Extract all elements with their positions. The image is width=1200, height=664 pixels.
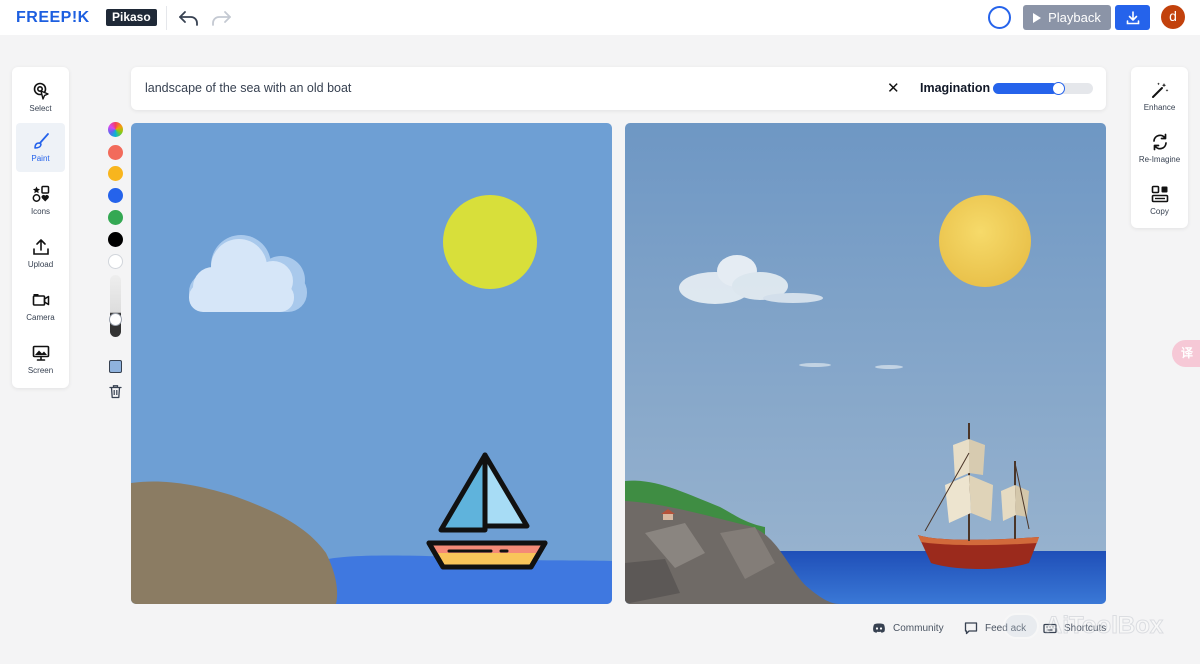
feedback-label: Feed ack (985, 622, 1027, 634)
tool-screen-label: Screen (27, 366, 54, 375)
community-link[interactable]: Community (872, 621, 944, 635)
playback-label: Playback (1048, 10, 1101, 25)
prompt-bar: landscape of the sea with an old boat ✕ … (131, 67, 1106, 110)
reimagine-button[interactable]: Re-Imagine (1131, 123, 1188, 173)
freepik-logo[interactable]: FREEP!K (16, 9, 90, 27)
generated-painting (625, 123, 1106, 604)
discord-icon (873, 623, 885, 633)
sketch-canvas[interactable] (131, 123, 612, 604)
trash-icon[interactable] (108, 384, 123, 399)
shapes-icon (32, 185, 49, 202)
tools-panel: Select Paint Icons Upload Camera Screen (12, 67, 69, 388)
tool-paint-label: Paint (31, 154, 50, 163)
prompt-input[interactable]: landscape of the sea with an old boat (145, 81, 351, 95)
reimagine-label: Re-Imagine (1138, 154, 1181, 164)
color-swatch-red[interactable] (108, 145, 123, 160)
community-label: Community (893, 622, 944, 634)
tool-screen[interactable]: Screen (16, 335, 65, 384)
user-avatar[interactable]: d (1161, 5, 1185, 29)
sketch-sun (443, 195, 537, 289)
brush-size-knob[interactable] (109, 313, 122, 326)
copy-label: Copy (1150, 206, 1169, 216)
tool-upload-label: Upload (27, 260, 54, 269)
color-swatch-white[interactable] (108, 254, 123, 269)
upload-icon (32, 239, 49, 255)
generated-image[interactable] (625, 123, 1106, 604)
color-swatch-green[interactable] (108, 210, 123, 225)
shortcuts-link[interactable]: Shortcuts (1043, 621, 1106, 635)
screen-icon (32, 345, 49, 361)
download-icon (1126, 10, 1139, 24)
redo-icon[interactable] (210, 8, 232, 28)
tool-paint[interactable]: Paint (16, 123, 65, 172)
magic-wand-icon (1151, 82, 1168, 98)
refresh-icon (1152, 133, 1167, 150)
tool-select[interactable]: Select (16, 73, 65, 122)
fill-color-swatch[interactable] (109, 360, 122, 373)
brush-size-slider[interactable] (110, 275, 121, 337)
color-picker-wheel[interactable] (108, 122, 123, 137)
copy-icon (1151, 185, 1168, 202)
enhance-label: Enhance (1143, 102, 1176, 112)
playback-button[interactable]: Playback (1023, 5, 1111, 30)
imagination-slider-fill (993, 83, 1058, 94)
undo-icon[interactable] (178, 8, 200, 28)
generated-sun (939, 195, 1031, 287)
tool-icons-label: Icons (30, 207, 51, 216)
chat-bubble-icon (964, 622, 978, 635)
imagination-label: Imagination (920, 81, 991, 95)
tool-select-label: Select (29, 104, 52, 113)
select-cursor-icon (33, 82, 49, 100)
sketch-drawing (131, 123, 612, 604)
translate-button[interactable]: 译 (1172, 340, 1200, 367)
top-bar: FREEP!K Pikaso Playback d (0, 0, 1200, 35)
color-swatch-black[interactable] (108, 232, 123, 247)
download-button[interactable] (1115, 5, 1150, 30)
session-status-icon[interactable] (988, 6, 1011, 29)
imagination-slider[interactable] (993, 82, 1093, 95)
toolbar-divider (166, 6, 167, 30)
color-swatch-blue[interactable] (108, 188, 123, 203)
tool-icons[interactable]: Icons (16, 176, 65, 225)
feedback-link[interactable]: Feed ack (964, 621, 1026, 635)
tool-camera[interactable]: Camera (16, 282, 65, 331)
shortcuts-label: Shortcuts (1064, 622, 1107, 634)
enhance-button[interactable]: Enhance (1131, 71, 1188, 121)
clear-prompt-icon[interactable]: ✕ (887, 81, 900, 96)
camera-icon (32, 294, 49, 306)
copy-button[interactable]: Copy (1131, 175, 1188, 225)
tool-camera-label: Camera (26, 313, 55, 322)
actions-panel: Enhance Re-Imagine Copy (1131, 67, 1188, 228)
tool-upload[interactable]: Upload (16, 229, 65, 278)
play-icon (1033, 12, 1042, 23)
paint-brush-icon (33, 133, 49, 149)
pikaso-badge: Pikaso (106, 9, 157, 26)
keyboard-icon (1043, 623, 1057, 634)
imagination-slider-knob[interactable] (1051, 82, 1065, 95)
color-swatch-yellow[interactable] (108, 166, 123, 181)
